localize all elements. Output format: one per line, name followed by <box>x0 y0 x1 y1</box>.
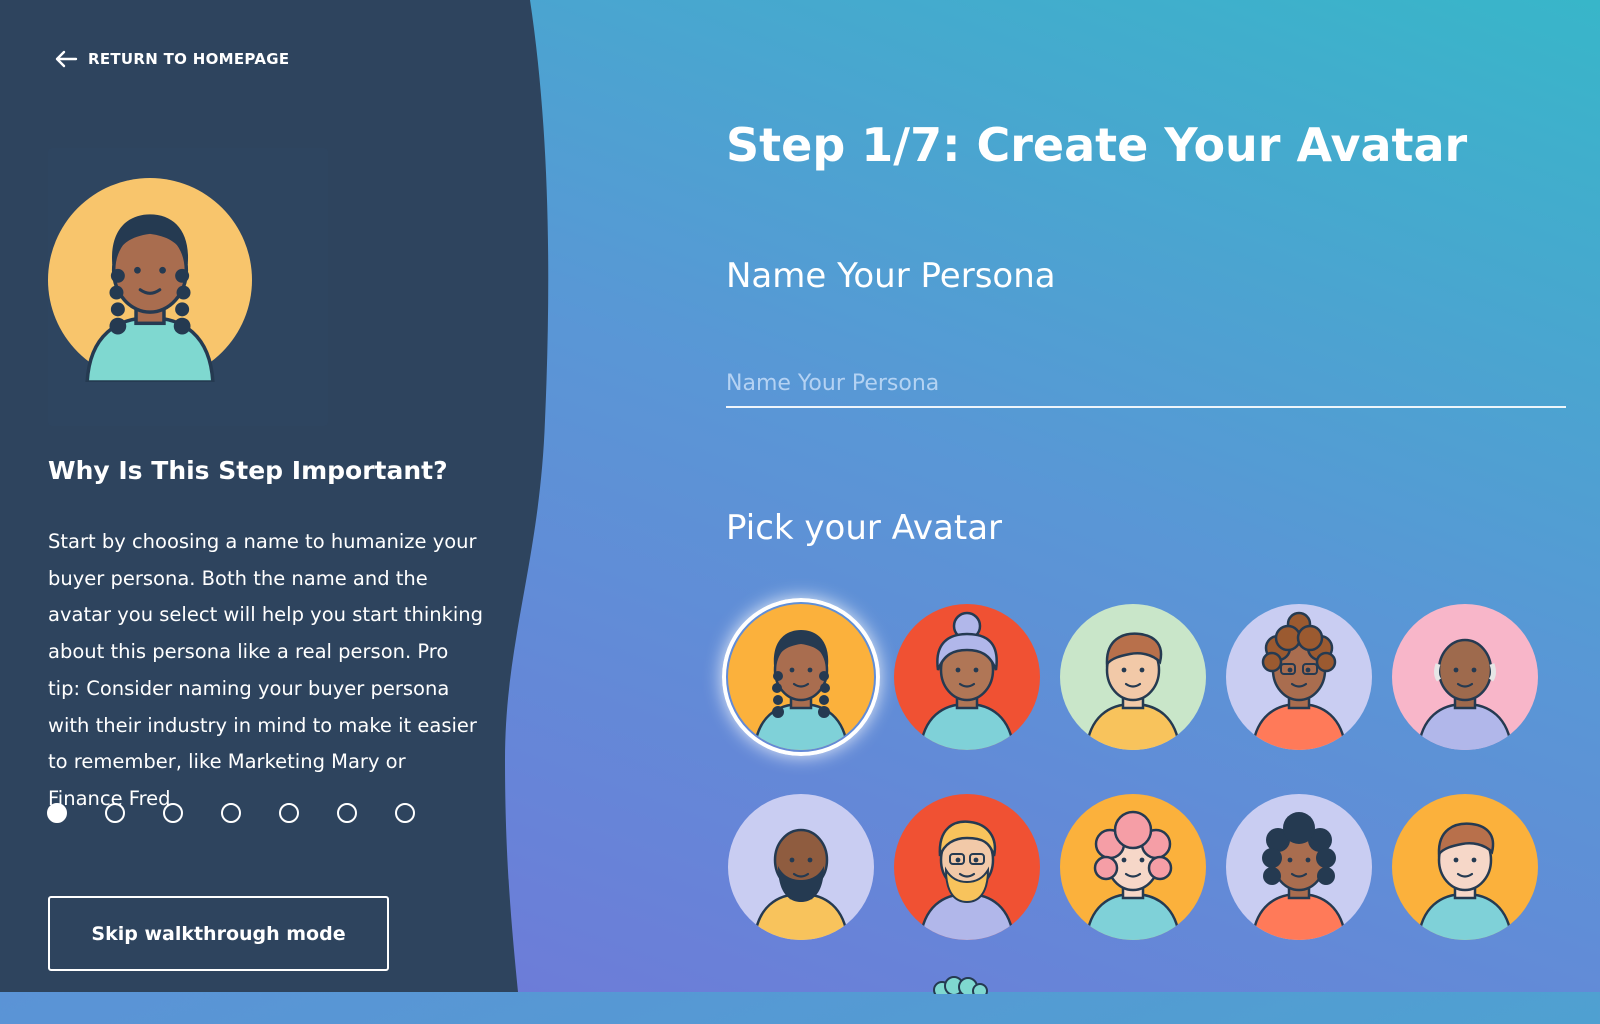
step-dot-3[interactable] <box>163 803 183 823</box>
step-dot-2[interactable] <box>105 803 125 823</box>
step-dot-7[interactable] <box>395 803 415 823</box>
skip-walkthrough-button[interactable]: Skip walkthrough mode <box>48 896 389 971</box>
avatar-swoop-option[interactable] <box>1060 604 1206 750</box>
avatar-dark-curls-option[interactable] <box>1226 794 1372 940</box>
avatar-illustration <box>728 604 874 750</box>
name-section-heading: Name Your Persona <box>726 256 1056 296</box>
step-dot-4[interactable] <box>221 803 241 823</box>
why-important-heading: Why Is This Step Important? <box>48 456 448 485</box>
avatar-illustration <box>1392 794 1538 940</box>
avatar-section-heading: Pick your Avatar <box>726 508 1003 548</box>
avatar-illustration <box>1226 794 1372 940</box>
step-progress-dots <box>47 803 415 823</box>
selected-avatar-preview <box>48 148 328 426</box>
avatar-preview-image <box>48 178 252 382</box>
persona-name-input[interactable] <box>726 360 1566 408</box>
avatar-illustration <box>894 604 1040 750</box>
page-title: Step 1/7: Create Your Avatar <box>726 118 1468 172</box>
step-dot-6[interactable] <box>337 803 357 823</box>
avatar-illustration <box>1060 604 1206 750</box>
avatar-illustration <box>1226 604 1372 750</box>
avatar-row-peek <box>933 976 988 994</box>
why-important-text: Start by choosing a name to humanize you… <box>48 530 484 810</box>
avatar-illustration <box>1060 794 1206 940</box>
avatar-illustration <box>728 794 874 940</box>
avatar-grid <box>722 598 1566 1024</box>
return-to-homepage-link[interactable]: RETURN TO HOMEPAGE <box>54 50 289 68</box>
avatar-pink-hair-option[interactable] <box>1060 794 1206 940</box>
avatar-blond-glasses-option[interactable] <box>894 794 1040 940</box>
arrow-left-icon <box>55 50 78 68</box>
avatar-illustration <box>894 794 1040 940</box>
avatar-braids-option[interactable] <box>722 598 880 756</box>
step-dot-5[interactable] <box>279 803 299 823</box>
avatar-bun-gray-option[interactable] <box>894 604 1040 750</box>
avatar-bald-elder-option[interactable] <box>1392 604 1538 750</box>
avatar-illustration <box>1392 604 1538 750</box>
avatar-brown-hair-option[interactable] <box>1392 794 1538 940</box>
step-dot-1[interactable] <box>47 803 67 823</box>
avatar-beard-option[interactable] <box>728 794 874 940</box>
walkthrough-sidebar: RETURN TO HOMEPAGE Why Is This Step Impo… <box>0 0 520 992</box>
avatar-curly-glasses-option[interactable] <box>1226 604 1372 750</box>
return-link-label: RETURN TO HOMEPAGE <box>88 50 290 68</box>
